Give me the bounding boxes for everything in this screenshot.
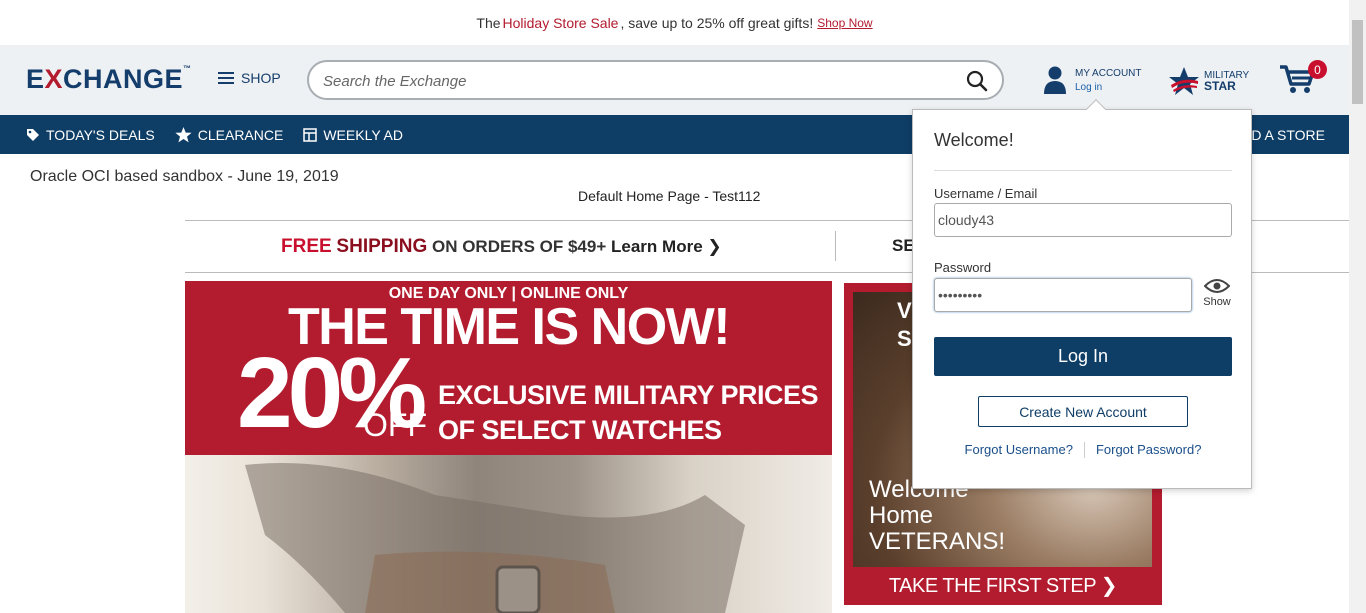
promo-suffix: , save up to 25% off great gifts! — [620, 14, 814, 31]
nav-weekly-ad-label: WEEKLY AD — [323, 126, 403, 143]
shop-now-link[interactable]: Shop Now — [817, 16, 872, 30]
search-bar — [307, 60, 1004, 100]
tag-icon — [27, 128, 39, 141]
my-account-label: MY ACCOUNT — [1075, 68, 1142, 79]
forgot-links: Forgot Username? Forgot Password? — [913, 442, 1253, 458]
forgot-password-link[interactable]: Forgot Password? — [1096, 442, 1202, 458]
scrollbar-thumb[interactable] — [1352, 20, 1363, 104]
links-divider — [1083, 442, 1085, 458]
hero-red-panel: ONE DAY ONLY | ONLINE ONLY THE TIME IS N… — [185, 281, 832, 455]
hero-exclusive-line2: OF SELECT WATCHES — [438, 415, 722, 445]
default-home-label: Default Home Page - Test112 — [578, 188, 761, 204]
password-field[interactable] — [934, 278, 1192, 312]
star-icon — [175, 126, 192, 142]
nav-clearance[interactable]: CLEARANCE — [175, 126, 284, 143]
forgot-username-link[interactable]: Forgot Username? — [965, 442, 1073, 458]
page: The Holiday Store Sale , save up to 25% … — [0, 0, 1366, 613]
nav-find-a-store[interactable]: ND A STORE — [1241, 127, 1325, 143]
banner-divider — [835, 231, 836, 261]
military-star-link[interactable]: MILITARY STAR — [1168, 65, 1249, 97]
create-account-button[interactable]: Create New Account — [978, 396, 1188, 427]
popover-divider — [934, 170, 1232, 171]
nav-weekly-ad[interactable]: WEEKLY AD — [303, 127, 403, 143]
exchange-logo[interactable]: EXCHANGE™ — [26, 64, 192, 95]
vertical-scrollbar[interactable] — [1349, 0, 1366, 613]
hero-exclusive-text: EXCLUSIVE MILITARY PRICES OF SELECT WATC… — [438, 378, 819, 448]
username-field[interactable] — [934, 203, 1232, 237]
promo-prefix: The — [476, 14, 501, 31]
shipping-learn-more-link[interactable]: Learn More ❯ — [611, 237, 722, 256]
hero-off: OFF — [363, 407, 427, 443]
hamburger-icon — [218, 72, 234, 84]
login-popover: Welcome! Username / Email Password Show … — [912, 99, 1253, 489]
login-button[interactable]: Log In — [934, 337, 1232, 376]
logo-text-change: CHANGE — [63, 64, 184, 94]
username-label: Username / Email — [934, 186, 1038, 201]
free-label: FREE — [281, 236, 332, 257]
promo-banner: The Holiday Store Sale , save up to 25% … — [0, 0, 1349, 45]
account-login-link[interactable]: Log in — [1075, 81, 1142, 95]
show-password-toggle[interactable]: Show — [1200, 278, 1234, 308]
promo-highlight: Holiday Store Sale — [502, 14, 619, 31]
shop-label: SHOP — [241, 70, 281, 86]
logo-text-e: E — [26, 64, 45, 94]
password-label: Password — [934, 260, 992, 275]
hero-photo — [185, 455, 832, 613]
user-icon — [1044, 66, 1066, 94]
cart-count-badge: 0 — [1308, 60, 1327, 79]
star-label: STAR — [1204, 79, 1236, 93]
search-input[interactable] — [323, 70, 943, 92]
search-icon[interactable] — [966, 70, 988, 92]
nav-todays-deals-label: TODAY'S DEALS — [46, 126, 155, 143]
hero-exclusive-line1: EXCLUSIVE MILITARY PRICES — [438, 380, 819, 410]
logo-trademark: ™ — [183, 64, 192, 73]
shipping-terms: ON ORDERS OF $49+ — [431, 237, 607, 256]
nav-clearance-label: CLEARANCE — [197, 126, 284, 143]
my-account-button[interactable]: MY ACCOUNT Log in — [1043, 65, 1142, 95]
popover-title: Welcome! — [934, 130, 1014, 150]
show-password-label: Show — [1203, 296, 1231, 308]
military-star-icon — [1169, 67, 1199, 95]
eye-icon — [1204, 279, 1230, 293]
hero-watch-promo[interactable]: ONE DAY ONLY | ONLINE ONLY THE TIME IS N… — [185, 281, 832, 613]
sandbox-notice: Oracle OCI based sandbox - June 19, 2019 — [30, 168, 339, 185]
veterans-welcome-line2: Home — [869, 502, 934, 529]
veterans-cta[interactable]: TAKE THE FIRST STEP ❯ — [844, 573, 1162, 598]
veterans-welcome-line3: VETERANS! — [869, 528, 1006, 555]
newspaper-icon — [303, 127, 318, 142]
shipping-label: SHIPPING — [336, 236, 428, 257]
logo-text-x: X — [44, 64, 64, 94]
shop-menu-button[interactable]: SHOP — [218, 70, 281, 86]
site-header: EXCHANGE™ SHOP MY ACCOUNT Log in — [0, 45, 1349, 115]
watch-icon — [245, 463, 745, 613]
cart-button[interactable]: 0 — [1279, 60, 1327, 100]
nav-todays-deals[interactable]: TODAY'S DEALS — [26, 127, 155, 143]
